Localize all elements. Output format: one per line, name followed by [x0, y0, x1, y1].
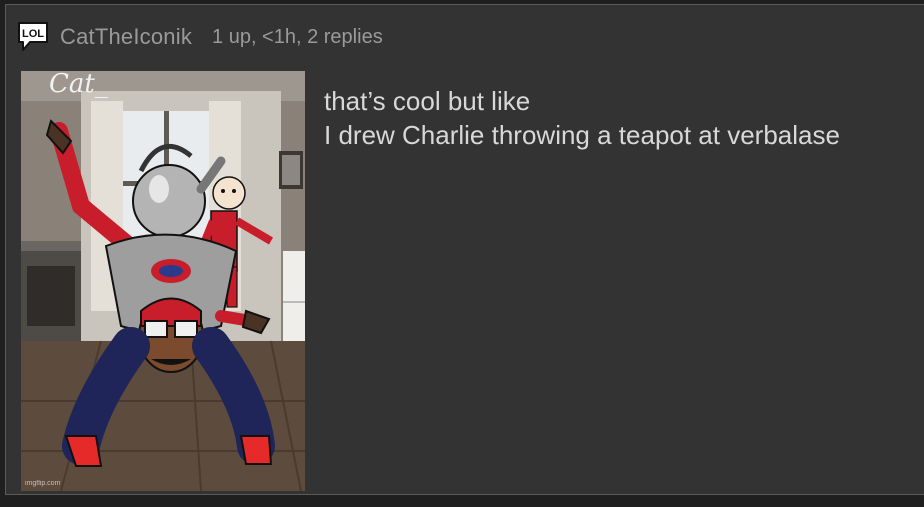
comment-header: LOL CatTheIconik 1 up, <1h, 2 replies	[16, 17, 383, 57]
lol-icon: LOL	[16, 20, 50, 54]
comment-line-1: that’s cool but like	[324, 86, 531, 116]
author-link[interactable]: CatTheIconik	[60, 24, 192, 50]
comment-image[interactable]: Cat_ imgflip.com	[21, 71, 305, 491]
image-watermark: imgflip.com	[25, 480, 61, 487]
comment-card: LOL CatTheIconik 1 up, <1h, 2 replies Ca…	[5, 4, 924, 495]
comment-meta: 1 up, <1h, 2 replies	[212, 25, 383, 48]
lol-badge-text: LOL	[22, 28, 44, 40]
comment-line-2: I drew Charlie throwing a teapot at verb…	[324, 120, 840, 150]
image-handwriting: Cat_	[49, 71, 108, 99]
comment-body: that’s cool but like I drew Charlie thro…	[324, 84, 840, 152]
